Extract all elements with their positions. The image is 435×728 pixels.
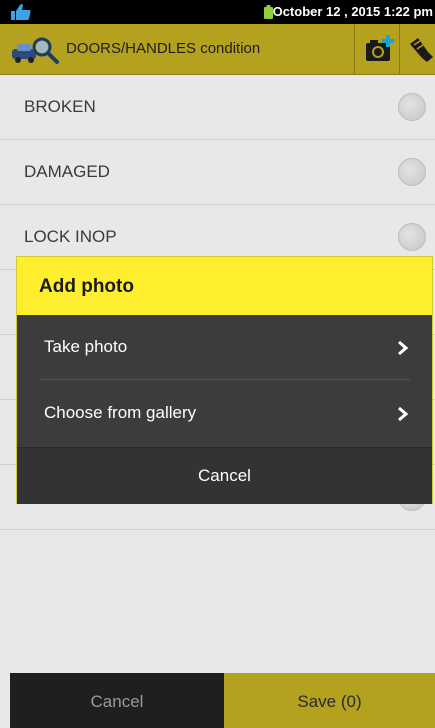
dialog-cancel-button[interactable]: Cancel <box>17 447 432 504</box>
chevron-right-icon <box>398 406 409 422</box>
cancel-button[interactable]: Cancel <box>10 673 224 728</box>
choose-from-gallery-label: Choose from gallery <box>44 403 197 422</box>
title-bar: DOORS/HANDLES condition <box>0 24 435 75</box>
page-title: DOORS/HANDLES condition <box>66 40 261 57</box>
list-item-label: DAMAGED <box>24 162 110 181</box>
thumbs-up-icon <box>11 4 31 20</box>
status-bar: October 12 , 2015 1:22 pm <box>0 0 435 24</box>
dialog-title: Add photo <box>39 276 134 297</box>
camera-add-icon[interactable] <box>364 33 396 63</box>
dialog-divider <box>39 379 410 380</box>
bottom-action-bar: Cancel Save (0) <box>0 673 435 728</box>
list-item[interactable]: DAMAGED <box>0 140 435 205</box>
take-photo-option[interactable]: Take photo <box>17 315 432 381</box>
dialog-cancel-label: Cancel <box>198 466 251 485</box>
car-inspection-icon <box>12 37 59 64</box>
take-photo-label: Take photo <box>44 337 128 356</box>
dialog-header: Add photo <box>17 257 432 315</box>
radio-button[interactable] <box>398 93 426 121</box>
save-button-label: Save (0) <box>297 692 362 711</box>
title-divider <box>399 24 400 74</box>
list-item-label: LOCK INOP <box>24 227 117 246</box>
status-datetime: October 12 , 2015 1:22 pm <box>272 4 433 19</box>
list-item-label: BROKEN <box>24 97 96 116</box>
radio-button[interactable] <box>398 158 426 186</box>
choose-from-gallery-option[interactable]: Choose from gallery <box>17 381 432 447</box>
list-item[interactable]: BROKEN <box>0 75 435 140</box>
add-photo-dialog: Add photo Take photo Choose from gallery… <box>16 256 433 504</box>
chevron-right-icon <box>398 340 409 356</box>
bottom-bar-edge <box>0 673 10 728</box>
radio-button[interactable] <box>398 223 426 251</box>
title-divider <box>354 24 355 74</box>
save-button[interactable]: Save (0) <box>224 673 435 728</box>
flashlight-icon[interactable] <box>408 36 435 62</box>
cancel-button-label: Cancel <box>90 692 144 711</box>
